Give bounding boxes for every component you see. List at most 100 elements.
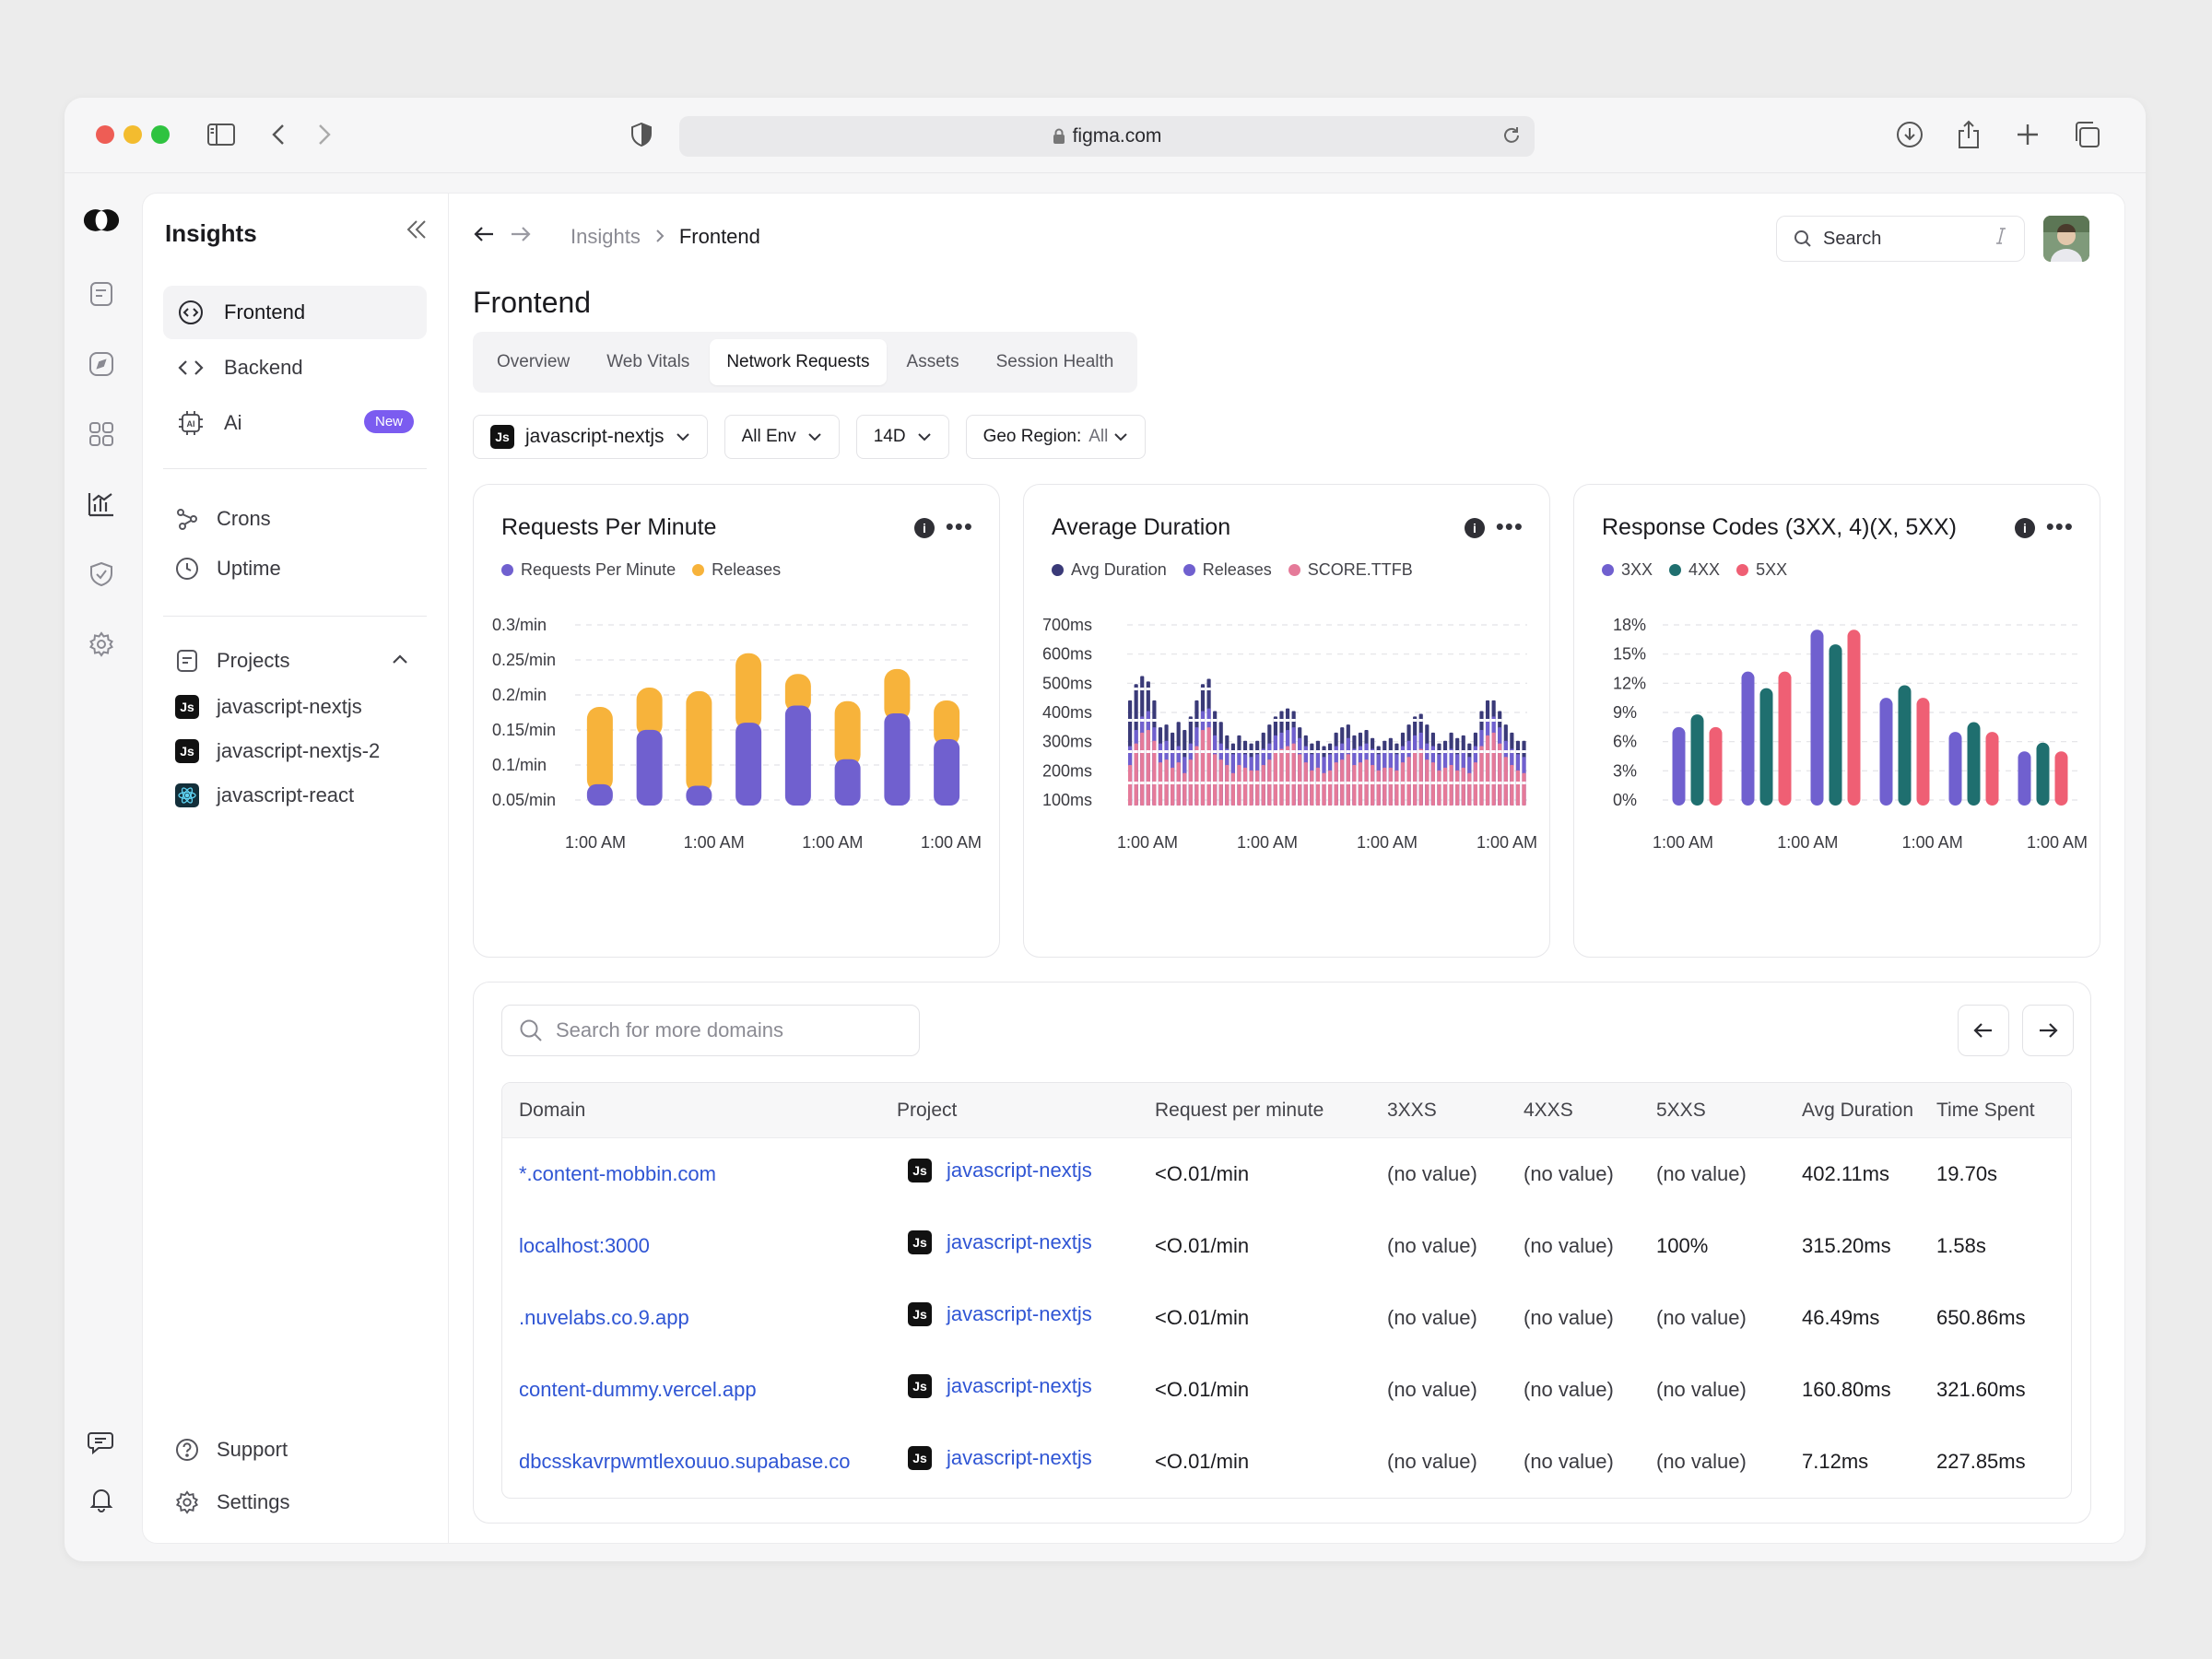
new-tab-icon[interactable] — [2011, 118, 2044, 151]
maximize-window-button[interactable] — [151, 125, 170, 144]
sidebar-toggle-icon[interactable] — [205, 118, 238, 151]
sidebar-item-crons[interactable]: Crons — [174, 503, 271, 535]
address-bar[interactable]: figma.com — [679, 116, 1535, 157]
info-icon[interactable]: i — [914, 518, 935, 538]
shield-icon[interactable] — [625, 118, 658, 151]
next-page-button[interactable] — [2022, 1005, 2074, 1056]
table-row[interactable]: .nuvelabs.co.9.app Js javascript-nextjs <… — [502, 1282, 2071, 1354]
x-tick-label: 1:00 AM — [1357, 833, 1418, 852]
more-options-icon[interactable]: ••• — [946, 512, 973, 541]
bar-segment-gap — [1200, 750, 1206, 753]
project-link[interactable]: javascript-nextjs — [947, 1230, 1092, 1254]
y-tick-label: 400ms — [1042, 703, 1092, 722]
bar-avg-duration — [1146, 730, 1150, 806]
column-header-domain[interactable]: Domain — [519, 1100, 585, 1122]
project-link[interactable]: javascript-nextjs — [947, 1302, 1092, 1326]
domain-link[interactable]: .nuvelabs.co.9.app — [519, 1306, 689, 1330]
env-filter-dropdown[interactable]: All Env — [724, 415, 840, 459]
bar-segment-gap — [1388, 782, 1393, 784]
sidebar-item-ai[interactable]: AI Ai New — [163, 396, 427, 450]
table-row[interactable]: content-dummy.vercel.app Js javascript-ne… — [502, 1354, 2071, 1426]
column-header-rpm[interactable]: Request per minute — [1155, 1100, 1324, 1122]
table-row[interactable]: dbcsskavrpwmtlexouuo.supabase.co Js javas… — [502, 1426, 2071, 1498]
project-filter-dropdown[interactable]: Js javascript-nextjs — [473, 415, 708, 459]
column-header-avg-duration[interactable]: Avg Duration — [1802, 1100, 1913, 1122]
chat-icon[interactable] — [83, 1424, 120, 1461]
tab-network-requests[interactable]: Network Requests — [710, 339, 887, 385]
back-arrow-icon[interactable] — [473, 225, 495, 249]
more-options-icon[interactable]: ••• — [1496, 512, 1524, 541]
bar-segment-gap — [1261, 750, 1265, 753]
bar-requests-per-minute — [636, 729, 663, 806]
projects-section-header[interactable]: Projects — [174, 645, 289, 677]
bar-releases — [735, 653, 762, 731]
domain-link[interactable]: content-dummy.vercel.app — [519, 1378, 757, 1402]
project-item-javascript-nextjs[interactable]: Js javascript-nextjs — [174, 691, 362, 723]
tab-session-health[interactable]: Session Health — [980, 339, 1131, 385]
bar-3xx — [1741, 671, 1755, 806]
tabs-overview-icon[interactable] — [2070, 118, 2103, 151]
back-icon[interactable] — [262, 118, 295, 151]
minimize-window-button[interactable] — [124, 125, 142, 144]
y-tick-label: 100ms — [1042, 791, 1092, 809]
column-header-5xx[interactable]: 5XXS — [1656, 1100, 1706, 1122]
forward-icon[interactable] — [308, 118, 341, 151]
forward-arrow-icon[interactable] — [510, 225, 532, 249]
reload-icon[interactable] — [1501, 125, 1522, 151]
legend-item: Releases — [692, 560, 781, 580]
chevron-up-icon[interactable] — [392, 653, 408, 669]
collapse-sidebar-icon[interactable] — [406, 219, 428, 244]
info-icon[interactable]: i — [1465, 518, 1485, 538]
user-avatar[interactable] — [2043, 216, 2089, 262]
bar-segment-gap — [1376, 782, 1381, 784]
tab-web-vitals[interactable]: Web Vitals — [590, 339, 706, 385]
bar-segment-gap — [1134, 750, 1138, 753]
project-link[interactable]: javascript-nextjs — [947, 1446, 1092, 1470]
project-item-javascript-nextjs-2[interactable]: Js javascript-nextjs-2 — [174, 735, 380, 767]
info-icon[interactable]: i — [2015, 518, 2035, 538]
tab-overview[interactable]: Overview — [480, 339, 586, 385]
column-header-project[interactable]: Project — [897, 1100, 957, 1122]
geo-region-dropdown[interactable]: Geo Region: All — [965, 415, 1147, 459]
table-row[interactable]: localhost:3000 Js javascript-nextjs <O.01… — [502, 1210, 2071, 1282]
project-item-javascript-react[interactable]: javascript-react — [174, 780, 354, 811]
app-logo-icon[interactable] — [83, 202, 120, 239]
domain-search-input[interactable]: Search for more domains — [501, 1005, 920, 1056]
sidebar-item-uptime[interactable]: Uptime — [174, 553, 281, 584]
range-filter-dropdown[interactable]: 14D — [855, 415, 949, 459]
notes-icon[interactable] — [83, 276, 120, 312]
domain-link[interactable]: localhost:3000 — [519, 1234, 650, 1258]
bar-3xx — [2018, 751, 2031, 806]
project-link[interactable]: javascript-nextjs — [947, 1159, 1092, 1182]
prev-page-button[interactable] — [1958, 1005, 2009, 1056]
close-window-button[interactable] — [96, 125, 114, 144]
download-icon[interactable] — [1893, 118, 1926, 151]
bar-3xx — [1672, 726, 1686, 806]
sidebar-item-settings[interactable]: Settings — [174, 1487, 290, 1518]
domain-link[interactable]: *.content-mobbin.com — [519, 1162, 716, 1186]
more-options-icon[interactable]: ••• — [2046, 512, 2074, 541]
project-link[interactable]: javascript-nextjs — [947, 1374, 1092, 1398]
sidebar-item-frontend[interactable]: Frontend — [163, 286, 427, 339]
bar-5xx — [1709, 726, 1723, 806]
domain-link[interactable]: dbcsskavrpwmtlexouuo.supabase.co — [519, 1450, 851, 1474]
share-icon[interactable] — [1952, 118, 1985, 151]
bar-avg-duration — [1437, 770, 1441, 806]
column-header-4xx[interactable]: 4XXS — [1524, 1100, 1573, 1122]
table-row[interactable]: *.content-mobbin.com Js javascript-nextjs… — [502, 1138, 2071, 1210]
sidebar-item-support[interactable]: Support — [174, 1434, 288, 1465]
sidebar-item-backend[interactable]: Backend — [163, 341, 427, 394]
breadcrumb-insights[interactable]: Insights — [571, 225, 641, 249]
javascript-logo-icon: Js — [908, 1446, 932, 1470]
shield-check-icon[interactable] — [83, 556, 120, 593]
insights-chart-icon[interactable] — [83, 486, 120, 523]
bell-icon[interactable] — [83, 1481, 120, 1518]
global-search-input[interactable]: Search — [1776, 216, 2025, 262]
compass-icon[interactable] — [83, 346, 120, 382]
column-header-time-spent[interactable]: Time Spent — [1936, 1100, 2035, 1122]
legend-dot — [1736, 564, 1749, 576]
settings-gear-icon[interactable] — [83, 626, 120, 663]
grid-icon[interactable] — [83, 416, 120, 453]
column-header-3xx[interactable]: 3XXS — [1387, 1100, 1437, 1122]
tab-assets[interactable]: Assets — [890, 339, 976, 385]
